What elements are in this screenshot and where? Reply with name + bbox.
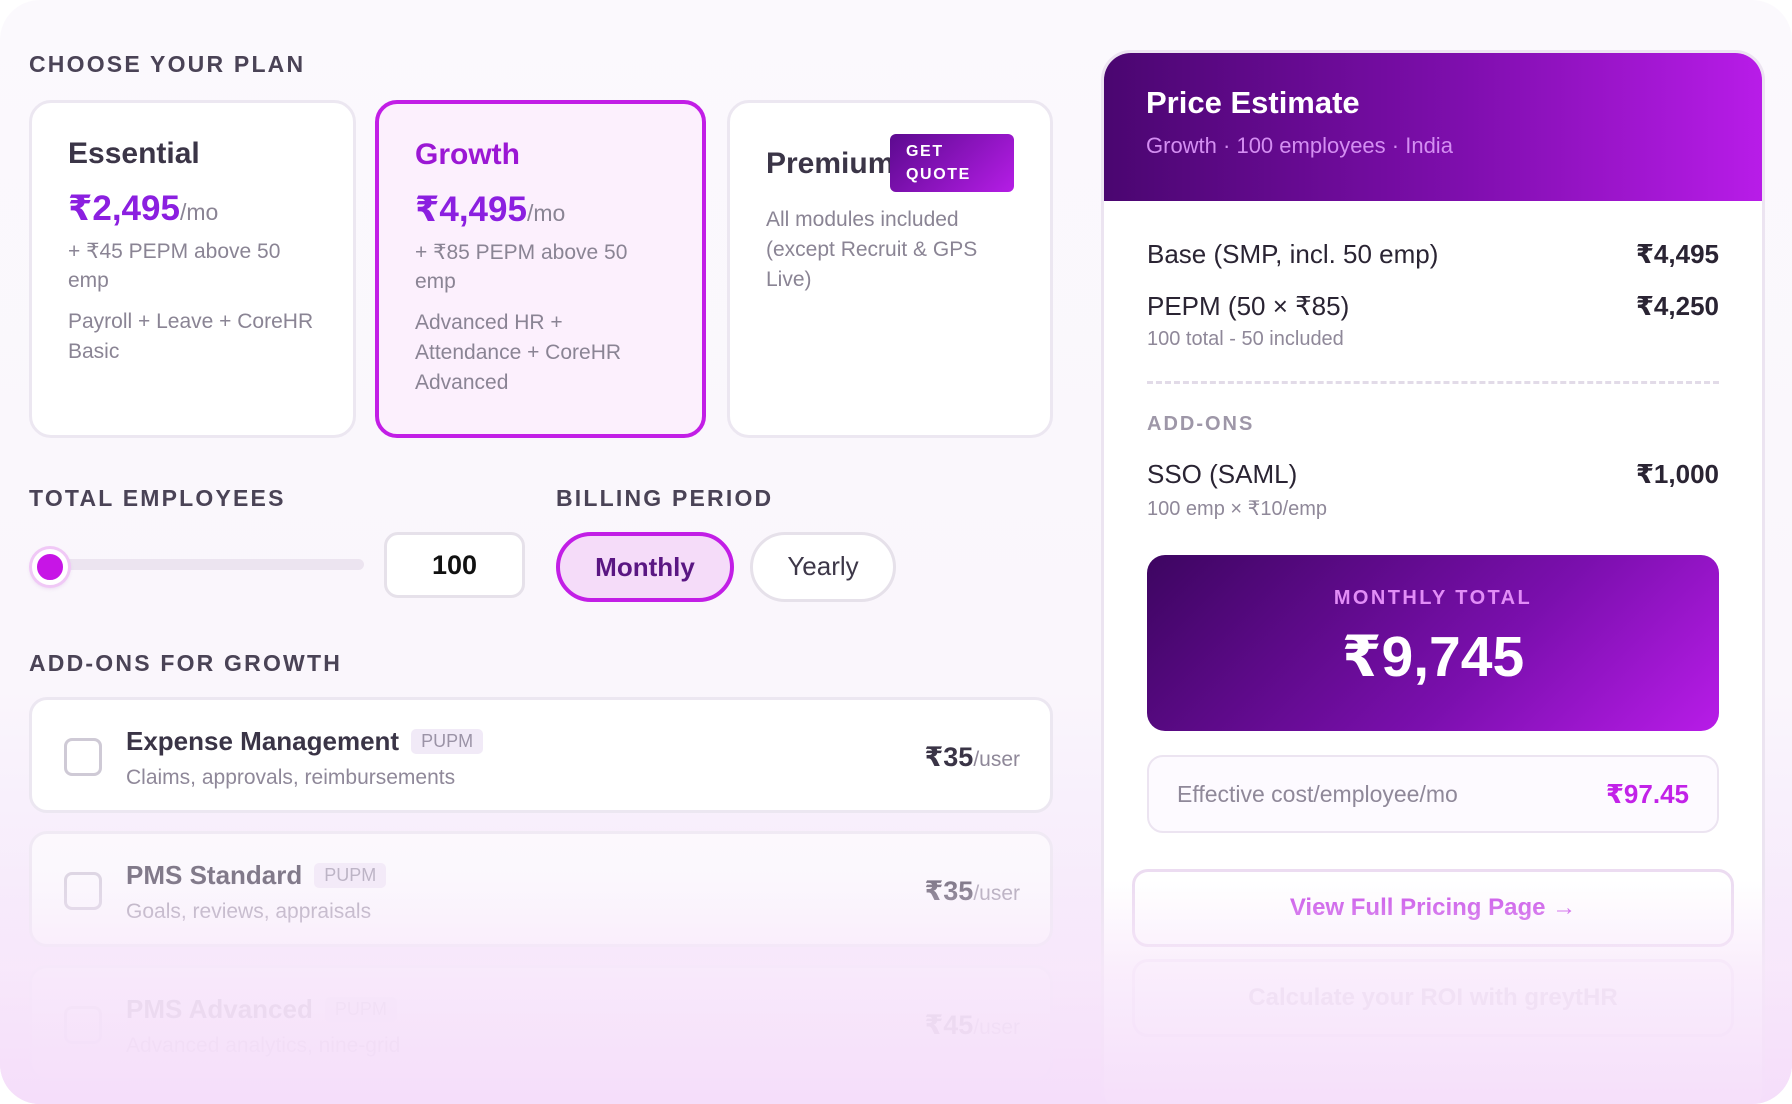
plan-name: Growth <box>415 138 520 171</box>
addon-price: ₹35/user <box>924 742 1020 772</box>
plan-modules: Advanced HR + Attendance + CoreHR Advanc… <box>415 311 622 394</box>
addon-expense-management[interactable]: Expense Management PUPM Claims, approvals… <box>29 697 1053 813</box>
addon-subtitle: Advanced analytics, nine-grid <box>126 1034 401 1057</box>
pupm-tag: PUPM <box>324 997 397 1022</box>
billing-monthly-button[interactable]: Monthly <box>556 532 734 602</box>
billing-period-label: BILLING PERIOD <box>556 485 774 511</box>
addon-price: ₹35/user <box>924 876 1020 906</box>
plan-card-essential[interactable]: Essential ₹2,495/mo + ₹45 PEPM above 50 … <box>29 100 356 438</box>
plan-modules: Payroll + Leave + CoreHR Basic <box>68 310 314 363</box>
total-employees-label: TOTAL EMPLOYEES <box>29 485 286 511</box>
plan-price: ₹2,495/mo <box>68 189 219 228</box>
price-estimate-title: Price Estimate <box>1146 85 1360 120</box>
employees-input[interactable]: 100 <box>384 532 525 598</box>
addons-section-label: ADD-ONS FOR GROWTH <box>29 650 343 676</box>
addon-sso-value: ₹1,000 <box>1635 459 1719 489</box>
plan-price: ₹4,495/mo <box>415 190 566 229</box>
addon-title: PMS Advanced PUPM <box>126 994 397 1025</box>
employees-slider-track[interactable] <box>40 559 364 570</box>
addon-pms-advanced[interactable]: PMS Advanced PUPM Advanced analytics, nin… <box>29 965 1053 1081</box>
employees-slider-thumb[interactable] <box>32 549 68 585</box>
price-estimate-header: Price Estimate Growth · 100 employees · … <box>1104 53 1762 201</box>
billing-yearly-button[interactable]: Yearly <box>750 532 896 602</box>
pepm-row: PEPM (50 × ₹85) ₹4,250 100 total - 50 in… <box>1147 291 1719 351</box>
addon-pms-standard[interactable]: PMS Standard PUPM Goals, reviews, apprais… <box>29 831 1053 947</box>
view-pricing-button[interactable]: View Full Pricing Page → <box>1132 869 1734 947</box>
addon-checkbox[interactable] <box>64 872 102 910</box>
monthly-total-label: MONTHLY TOTAL <box>1333 587 1533 609</box>
pepm-label: PEPM (50 × ₹85) <box>1147 291 1350 321</box>
price-estimate-panel: Price Estimate Growth · 100 employees · … <box>1101 50 1765 1104</box>
price-estimate-subtitle: Growth · 100 employees · India <box>1146 133 1453 158</box>
base-label: Base (SMP, incl. 50 emp) <box>1147 239 1439 269</box>
choose-plan-label: CHOOSE YOUR PLAN <box>29 51 306 77</box>
effective-cost-box: Effective cost/employee/mo ₹97.45 <box>1147 755 1719 833</box>
base-row: Base (SMP, incl. 50 emp) ₹4,495 <box>1147 239 1719 270</box>
plan-name: Essential <box>68 137 200 170</box>
addon-sso-note: 100 emp × ₹10/emp <box>1147 498 1328 520</box>
monthly-total-value: ₹9,745 <box>1341 625 1525 689</box>
pricing-calculator: CHOOSE YOUR PLAN Essential ₹2,495/mo + ₹… <box>0 0 1792 1104</box>
addon-title: PMS Standard PUPM <box>126 860 387 891</box>
pepm-note: 100 total - 50 included <box>1147 328 1344 350</box>
addon-title: Expense Management PUPM <box>126 726 484 757</box>
addon-sso-label: SSO (SAML) <box>1147 459 1298 489</box>
pupm-tag: PUPM <box>314 863 387 888</box>
estimate-addons-label: ADD-ONS <box>1147 413 1255 435</box>
get-quote-badge[interactable]: GET QUOTE <box>890 134 1014 192</box>
addon-checkbox[interactable] <box>64 1006 102 1044</box>
addon-sso-row: SSO (SAML) ₹1,000 100 emp × ₹10/emp <box>1147 459 1719 521</box>
pupm-tag: PUPM <box>411 729 484 754</box>
plan-description: All modules included (except Recruit & G… <box>766 208 978 291</box>
addon-subtitle: Claims, approvals, reimbursements <box>126 766 456 789</box>
pepm-value: ₹4,250 <box>1635 291 1719 321</box>
roi-calculator-button[interactable]: Calculate your ROI with greytHR <box>1132 959 1734 1037</box>
effective-cost-label: Effective cost/employee/mo <box>1177 781 1458 807</box>
divider <box>1147 381 1719 384</box>
effective-cost-value: ₹97.45 <box>1605 779 1689 809</box>
monthly-total-card: MONTHLY TOTAL ₹9,745 <box>1147 555 1719 731</box>
plan-card-growth[interactable]: Growth ₹4,495/mo + ₹85 PEPM above 50 emp… <box>375 100 706 438</box>
plan-pepm: + ₹85 PEPM above 50 emp <box>415 241 628 293</box>
addon-price: ₹45/user <box>924 1010 1020 1040</box>
base-value: ₹4,495 <box>1635 239 1719 269</box>
addon-checkbox[interactable] <box>64 738 102 776</box>
addon-subtitle: Goals, reviews, appraisals <box>126 900 372 923</box>
plan-pepm: + ₹45 PEPM above 50 emp <box>68 240 281 292</box>
